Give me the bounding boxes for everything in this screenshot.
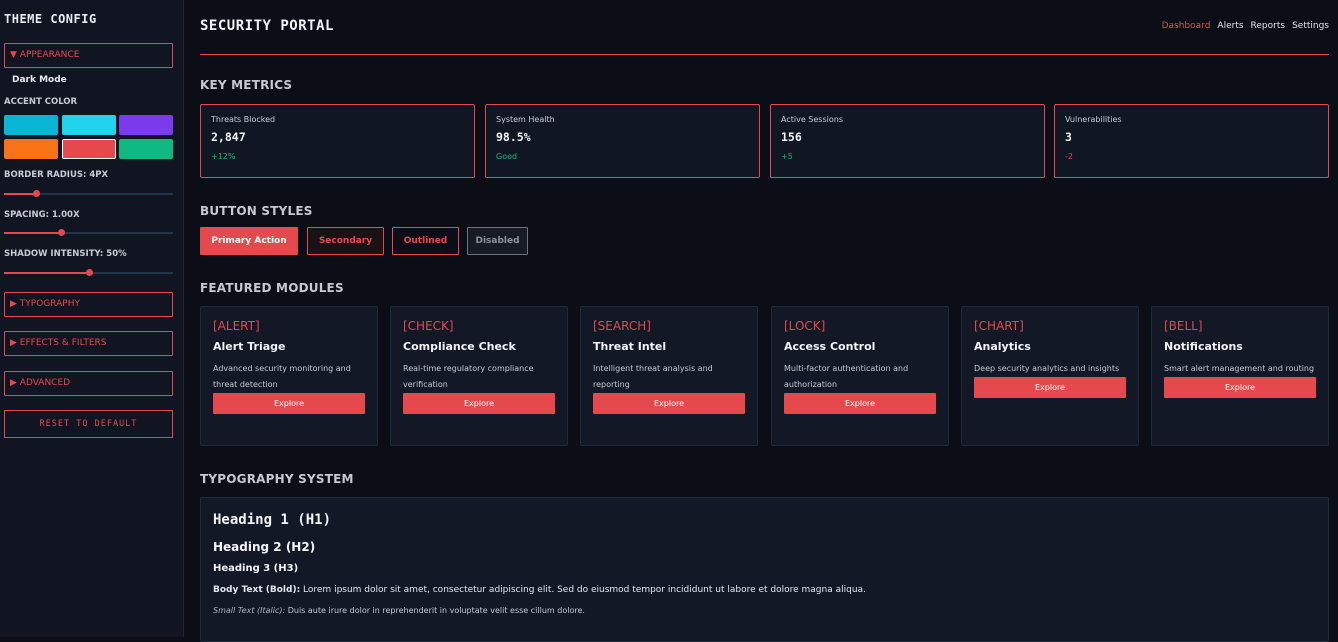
metric-card-vulnerabilities: Vulnerabilities 3 -2 xyxy=(1054,104,1329,178)
module-card-alert-triage: [ALERT] Alert Triage Advanced security m… xyxy=(200,306,378,446)
heading-3-sample: Heading 3 (H3) xyxy=(213,563,299,574)
module-card-notifications: [BELL] Notifications Smart alert managem… xyxy=(1151,306,1329,446)
accent-swatch-red[interactable] xyxy=(62,139,116,159)
advanced-section-toggle[interactable]: ▶ ADVANCED xyxy=(4,371,173,396)
metric-label: System Health xyxy=(496,115,555,124)
metric-delta: -2 xyxy=(1065,152,1073,161)
explore-button[interactable]: Explore xyxy=(403,393,555,414)
search-icon: [SEARCH] xyxy=(593,319,651,333)
metric-value: 2,847 xyxy=(211,130,246,144)
module-description: Advanced security monitoring and threat … xyxy=(213,364,351,389)
metric-label: Vulnerabilities xyxy=(1065,115,1122,124)
module-description: Intelligent threat analysis and reportin… xyxy=(593,364,713,389)
button-styles-heading: BUTTON STYLES xyxy=(200,204,313,218)
module-name: Analytics xyxy=(974,340,1031,353)
module-description: Smart alert management and routing xyxy=(1164,364,1315,373)
accent-swatch-green[interactable] xyxy=(119,139,173,159)
border-radius-slider[interactable] xyxy=(4,190,173,197)
spacing-slider[interactable] xyxy=(4,229,173,236)
nav-reports[interactable]: Reports xyxy=(1251,21,1286,31)
nav-settings[interactable]: Settings xyxy=(1292,21,1329,31)
module-name: Alert Triage xyxy=(213,340,286,353)
shadow-intensity-label: SHADOW INTENSITY: 50% xyxy=(4,249,127,259)
nav-dashboard[interactable]: Dashboard xyxy=(1162,21,1211,31)
sidebar-title: THEME CONFIG xyxy=(4,12,97,26)
border-radius-label: BORDER RADIUS: 4PX xyxy=(4,170,109,180)
metric-value: 156 xyxy=(781,130,802,144)
accent-swatch-cyan[interactable] xyxy=(4,115,58,135)
module-name: Threat Intel xyxy=(593,340,667,353)
metric-value: 3 xyxy=(1065,130,1072,144)
typography-sample-card: Heading 1 (H1) Heading 2 (H2) Heading 3 … xyxy=(200,497,1329,642)
top-navigation: Dashboard Alerts Reports Settings xyxy=(1162,21,1329,31)
accent-color-label: ACCENT COLOR xyxy=(4,97,78,107)
metric-value: 98.5% xyxy=(496,130,531,144)
module-card-threat-intel: [SEARCH] Threat Intel Intelligent threat… xyxy=(580,306,758,446)
dark-mode-toggle[interactable]: Dark Mode xyxy=(12,75,67,85)
heading-1-sample: Heading 1 (H1) xyxy=(213,512,332,528)
effects-section-toggle[interactable]: ▶ EFFECTS & FILTERS xyxy=(4,331,173,356)
nav-alerts[interactable]: Alerts xyxy=(1217,21,1243,31)
heading-2-sample: Heading 2 (H2) xyxy=(213,540,316,554)
outlined-button[interactable]: Outlined xyxy=(392,227,459,255)
alert-icon: [ALERT] xyxy=(213,319,260,333)
module-card-access-control: [LOCK] Access Control Multi-factor authe… xyxy=(771,306,949,446)
check-icon: [CHECK] xyxy=(403,319,454,333)
key-metrics-heading: KEY METRICS xyxy=(200,78,293,92)
module-description: Multi-factor authentication and authoriz… xyxy=(784,364,909,389)
page-title: SECURITY PORTAL xyxy=(200,18,334,34)
lock-icon: [LOCK] xyxy=(784,319,826,333)
metric-card-active-sessions: Active Sessions 156 +5 xyxy=(770,104,1045,178)
body-text-sample: Body Text (Bold): Lorem ipsum dolor sit … xyxy=(213,585,1316,595)
explore-button[interactable]: Explore xyxy=(213,393,365,414)
typography-system-heading: TYPOGRAPHY SYSTEM xyxy=(200,472,354,486)
small-text-content: Duis aute irure dolor in reprehenderit i… xyxy=(285,606,585,615)
module-card-analytics: [CHART] Analytics Deep security analytic… xyxy=(961,306,1139,446)
explore-button[interactable]: Explore xyxy=(1164,377,1316,398)
chart-icon: [CHART] xyxy=(974,319,1024,333)
shadow-intensity-slider[interactable] xyxy=(4,269,173,276)
explore-button[interactable]: Explore xyxy=(593,393,745,414)
module-description: Real-time regulatory compliance verifica… xyxy=(403,364,534,389)
accent-swatch-purple[interactable] xyxy=(119,115,173,135)
bell-icon: [BELL] xyxy=(1164,319,1203,333)
typography-section-toggle[interactable]: ▶ TYPOGRAPHY xyxy=(4,292,173,317)
reset-to-default-button[interactable]: RESET TO DEFAULT xyxy=(4,410,173,438)
module-name: Access Control xyxy=(784,340,876,353)
metric-label: Active Sessions xyxy=(781,115,843,124)
explore-button[interactable]: Explore xyxy=(784,393,936,414)
secondary-button[interactable]: Secondary xyxy=(307,227,384,255)
metric-card-threats-blocked: Threats Blocked 2,847 +12% xyxy=(200,104,475,178)
accent-swatch-light-cyan[interactable] xyxy=(62,115,116,135)
spacing-label: SPACING: 1.00X xyxy=(4,210,80,220)
slider-thumb[interactable] xyxy=(85,269,93,276)
slider-fill xyxy=(4,232,62,234)
small-text-label: Small Text (Italic): xyxy=(213,606,286,615)
metric-label: Threats Blocked xyxy=(211,115,276,124)
accent-swatch-orange[interactable] xyxy=(4,139,58,159)
explore-button[interactable]: Explore xyxy=(974,377,1126,398)
metric-delta: Good xyxy=(496,152,518,161)
header-divider xyxy=(200,54,1329,55)
slider-thumb[interactable] xyxy=(33,190,41,197)
slider-fill xyxy=(4,193,37,195)
small-text-sample: Small Text (Italic): Duis aute irure dol… xyxy=(213,606,1316,615)
module-description: Deep security analytics and insights xyxy=(974,364,1120,373)
featured-modules-heading: FEATURED MODULES xyxy=(200,281,344,295)
metric-card-system-health: System Health 98.5% Good xyxy=(485,104,760,178)
metric-delta: +5 xyxy=(781,152,793,161)
theme-config-sidebar: THEME CONFIG ▼ APPEARANCE Dark Mode ACCE… xyxy=(0,0,184,637)
module-card-compliance-check: [CHECK] Compliance Check Real-time regul… xyxy=(390,306,568,446)
appearance-section-toggle[interactable]: ▼ APPEARANCE xyxy=(4,43,173,68)
primary-action-button[interactable]: Primary Action xyxy=(200,227,298,255)
module-name: Compliance Check xyxy=(403,340,516,353)
body-text-content: Lorem ipsum dolor sit amet, consectetur … xyxy=(300,585,866,595)
body-text-label: Body Text (Bold): xyxy=(213,585,301,595)
module-name: Notifications xyxy=(1164,340,1243,353)
disabled-button: Disabled xyxy=(467,227,528,255)
slider-fill xyxy=(4,272,89,274)
metric-delta: +12% xyxy=(211,152,236,161)
slider-thumb[interactable] xyxy=(58,229,66,236)
